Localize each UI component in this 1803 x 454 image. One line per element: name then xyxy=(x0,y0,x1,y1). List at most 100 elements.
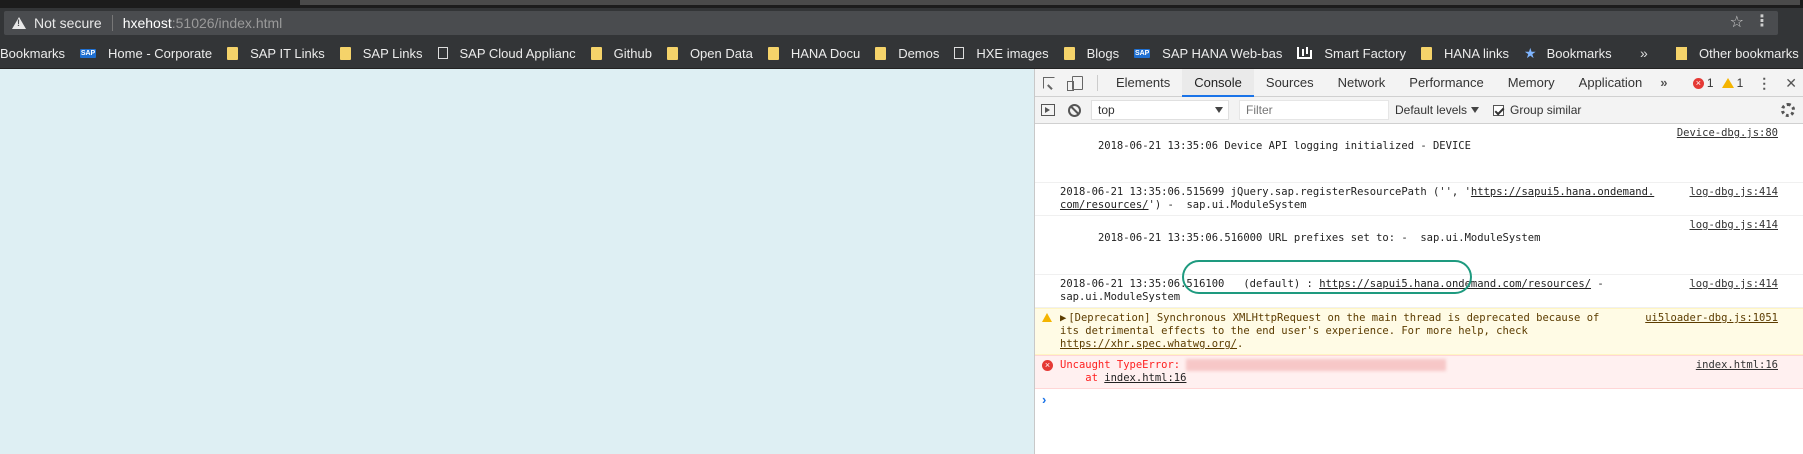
tab-memory[interactable]: Memory xyxy=(1496,69,1567,97)
prompt-chevron-icon: › xyxy=(1042,392,1047,407)
bookmark-item[interactable]: SAP SAP HANA Web-bas xyxy=(1134,46,1282,61)
bookmark-item[interactable]: ★ Bookmarks xyxy=(1524,45,1612,62)
log-levels-dropdown[interactable]: Default levels xyxy=(1395,103,1480,117)
error-icon[interactable]: × xyxy=(1692,77,1704,89)
bookmark-item[interactable]: HANA links xyxy=(1420,46,1509,61)
message-source-link[interactable]: ui5loader-dbg.js:1051 xyxy=(1645,312,1778,325)
chevron-down-icon xyxy=(1471,107,1480,113)
tab-elements[interactable]: Elements xyxy=(1104,69,1182,97)
tab-application[interactable]: Application xyxy=(1567,69,1655,97)
console-warning-message: ▶ [Deprecation] Synchronous XMLHttpReques… xyxy=(1035,308,1803,355)
folder-icon xyxy=(767,46,779,60)
folder-icon xyxy=(1676,47,1687,60)
bookmark-item[interactable]: Demos xyxy=(875,46,939,61)
star-icon: ★ xyxy=(1524,44,1537,61)
console-toolbar: top Default levels Group similar xyxy=(1035,97,1803,124)
bookmarks-overflow-chevron-icon[interactable]: » xyxy=(1640,45,1648,61)
context-value: top xyxy=(1098,103,1115,117)
sap-logo-icon: SAP xyxy=(1134,48,1151,58)
page-viewport[interactable] xyxy=(0,69,1034,454)
security-label[interactable]: Not secure xyxy=(34,15,102,31)
message-source-link[interactable]: index.html:16 xyxy=(1696,359,1778,372)
devtools-panel: Elements Console Sources Network Perform… xyxy=(1034,68,1803,454)
tab-network[interactable]: Network xyxy=(1326,69,1398,97)
filter-input[interactable] xyxy=(1239,100,1389,120)
message-source-link[interactable]: Device-dbg.js:80 xyxy=(1677,127,1778,140)
warning-icon[interactable] xyxy=(1721,78,1734,88)
show-sidebar-icon[interactable] xyxy=(1035,97,1061,124)
group-similar-checkbox[interactable] xyxy=(1493,104,1505,116)
warning-icon xyxy=(1042,313,1052,322)
bookmark-item[interactable]: SAP Home - Corporate xyxy=(80,46,212,61)
bookmark-item[interactable]: HXE images xyxy=(954,46,1049,61)
message-source-link[interactable]: log-dbg.js:414 xyxy=(1689,186,1778,199)
group-similar-toggle[interactable]: Group similar xyxy=(1493,103,1581,117)
folder-icon xyxy=(339,46,351,60)
redacted-error-text xyxy=(1186,359,1447,371)
bookmark-item[interactable]: HANA Docu xyxy=(767,46,860,61)
bookmark-item[interactable]: Github xyxy=(590,46,652,61)
devtools-status: × 1 1 ⋮ ✕ xyxy=(1692,69,1797,97)
warning-count[interactable]: 1 xyxy=(1737,76,1744,90)
message-source-link[interactable]: log-dbg.js:414 xyxy=(1689,219,1778,232)
console-message: 2018-06-21 13:35:06.516000 URL prefixes … xyxy=(1035,216,1803,275)
chart-icon xyxy=(1297,47,1313,59)
resource-link[interactable]: https://sapui5.hana.ondemand.com/resourc… xyxy=(1319,278,1591,290)
page-icon xyxy=(437,47,448,59)
folder-icon xyxy=(227,46,239,60)
clear-console-icon[interactable] xyxy=(1061,97,1087,124)
console-settings-gear-icon[interactable] xyxy=(1781,103,1795,117)
console-prompt[interactable]: › xyxy=(1035,389,1803,410)
omnibox[interactable]: Not secure hxehost:51026/index.html ☆ ⋮ xyxy=(4,11,1778,35)
console-message: 2018-06-21 13:35:06.516100 (default) : h… xyxy=(1035,275,1803,308)
browser-menu-icon[interactable]: ⋮ xyxy=(1754,11,1770,31)
close-icon[interactable]: ✕ xyxy=(1785,75,1797,92)
more-tabs-chevron-icon[interactable]: » xyxy=(1654,75,1673,90)
inspect-element-icon[interactable] xyxy=(1035,69,1063,97)
devtools-menu-icon[interactable]: ⋮ xyxy=(1757,75,1771,92)
folder-icon xyxy=(875,46,887,60)
tab-edge xyxy=(300,0,1800,5)
group-similar-label: Group similar xyxy=(1510,103,1582,117)
bookmark-item[interactable]: SAP IT Links xyxy=(227,46,325,61)
address-bar: Not secure hxehost:51026/index.html ☆ ⋮ xyxy=(0,8,1803,38)
bookmark-item[interactable]: Smart Factory xyxy=(1297,46,1406,61)
bookmark-item[interactable]: Blogs xyxy=(1063,46,1119,61)
stack-trace-link[interactable]: index.html:16 xyxy=(1104,372,1186,384)
other-bookmarks[interactable]: Other bookmarks xyxy=(1676,38,1799,68)
tab-sources[interactable]: Sources xyxy=(1254,69,1326,97)
bookmarks-bar: Bookmarks SAP Home - Corporate SAP IT Lin… xyxy=(0,38,1803,69)
device-toolbar-icon[interactable] xyxy=(1063,69,1091,97)
url-path[interactable]: :51026/index.html xyxy=(172,15,283,31)
log-levels-label: Default levels xyxy=(1395,103,1468,117)
tab-console[interactable]: Console xyxy=(1182,68,1254,97)
console-output: 2018-06-21 13:35:06 Device API logging i… xyxy=(1035,124,1803,410)
not-secure-icon[interactable] xyxy=(12,17,26,29)
omnibox-separator xyxy=(111,15,113,31)
bookmark-item[interactable]: SAP Cloud Applianc xyxy=(437,46,576,61)
console-message: 2018-06-21 13:35:06 Device API logging i… xyxy=(1035,124,1803,183)
tab-performance[interactable]: Performance xyxy=(1397,69,1495,97)
bookmark-star-icon[interactable]: ☆ xyxy=(1730,12,1744,32)
folder-icon xyxy=(1420,46,1432,60)
xhr-spec-link[interactable]: https://xhr.spec.whatwg.org/ xyxy=(1060,338,1237,350)
tab-strip xyxy=(0,0,1803,8)
url-host[interactable]: hxehost xyxy=(123,15,172,31)
console-message: 2018-06-21 13:35:06.515699 jQuery.sap.re… xyxy=(1035,183,1803,216)
folder-icon xyxy=(590,46,602,60)
error-count[interactable]: 1 xyxy=(1707,76,1714,90)
resource-link[interactable]: https://sapui5.hana.ondemand. xyxy=(1471,186,1654,198)
resource-link-continued[interactable]: com/resources/ xyxy=(1060,199,1149,211)
sap-logo-icon: SAP xyxy=(80,48,97,58)
devtools-tabbar: Elements Console Sources Network Perform… xyxy=(1035,68,1803,97)
folder-icon xyxy=(1063,46,1075,60)
message-source-link[interactable]: log-dbg.js:414 xyxy=(1689,278,1778,291)
context-select[interactable]: top xyxy=(1091,100,1229,120)
console-error-message: × Uncaught TypeError: at index.html:16 ind… xyxy=(1035,355,1803,389)
bookmark-item[interactable]: Open Data xyxy=(666,46,753,61)
chevron-down-icon xyxy=(1215,107,1223,113)
bookmark-item[interactable]: Bookmarks xyxy=(0,46,65,61)
page-icon xyxy=(954,47,965,59)
expand-arrow-icon[interactable]: ▶ xyxy=(1060,312,1066,325)
bookmark-item[interactable]: SAP Links xyxy=(339,46,423,61)
